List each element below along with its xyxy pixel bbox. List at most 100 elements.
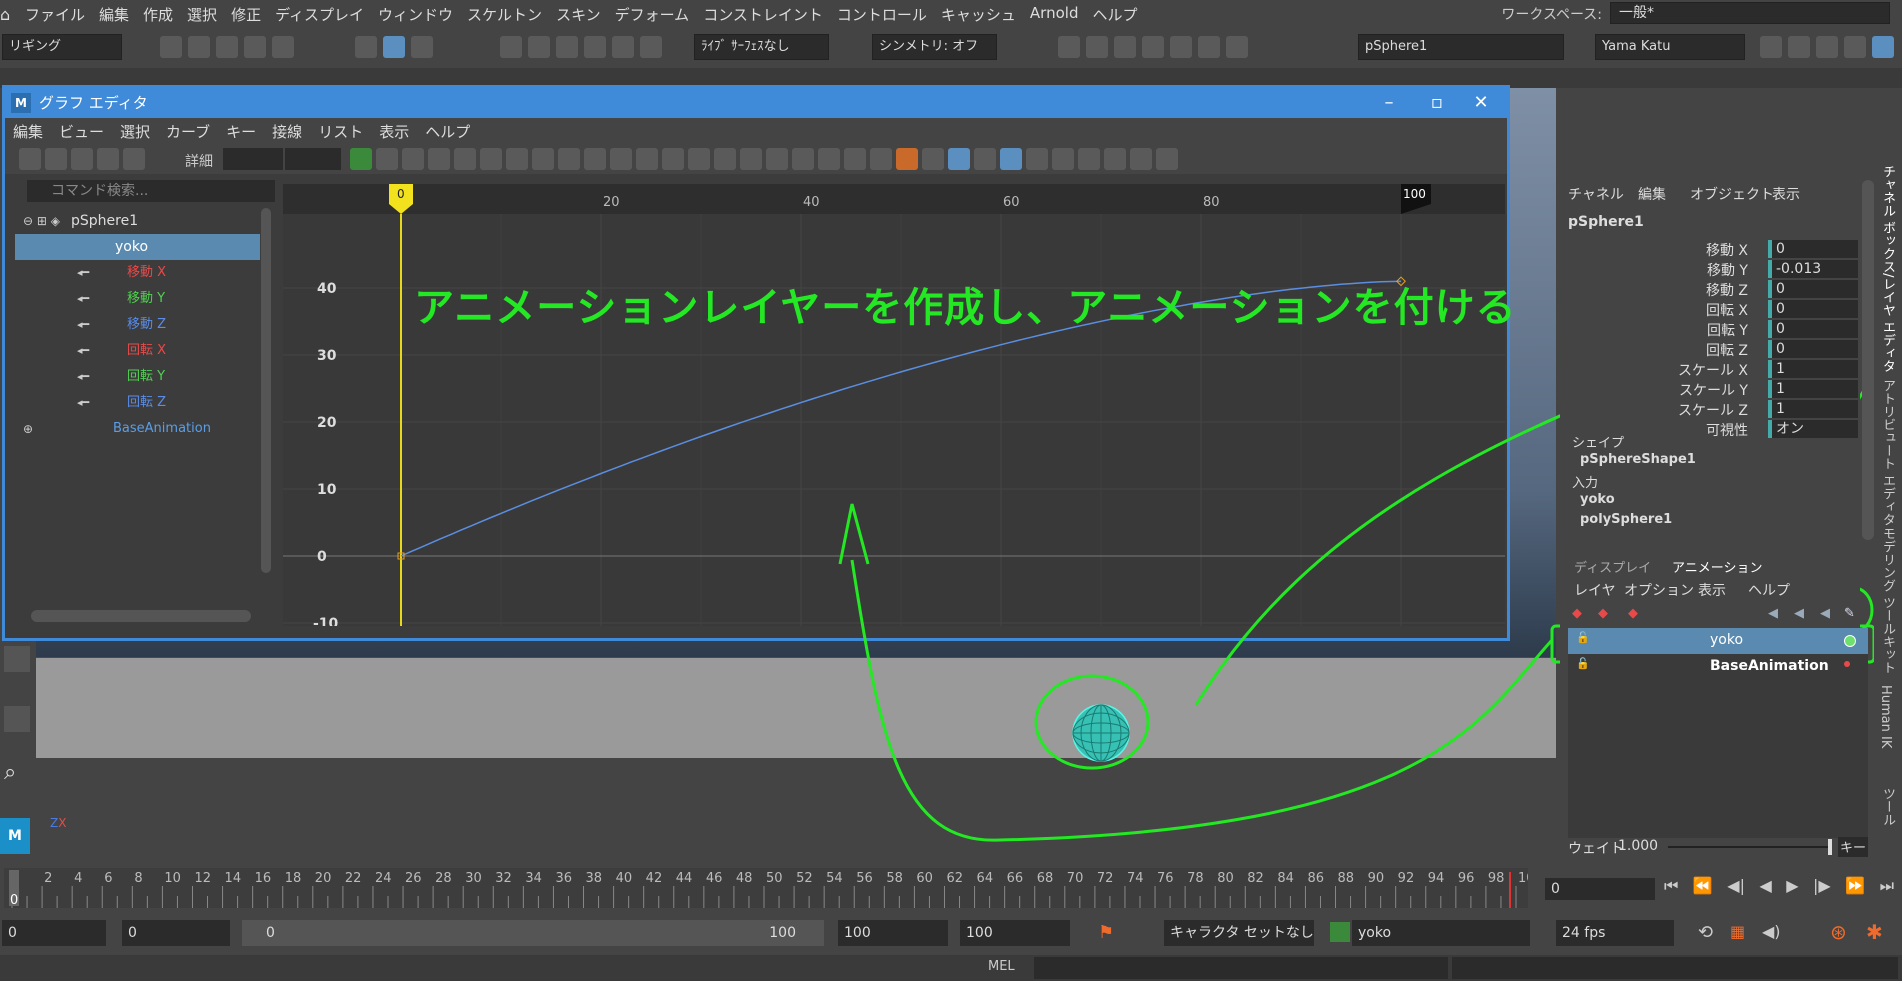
- channel-menu-item-2[interactable]: オブジェクト: [1690, 184, 1774, 204]
- new-layer-empty-icon[interactable]: ◆: [1598, 606, 1608, 621]
- ruler-tick-label: 62: [946, 871, 963, 886]
- ruler-tick-label: 78: [1187, 871, 1204, 886]
- channel-value[interactable]: 1: [1768, 400, 1858, 418]
- side-tab-0[interactable]: チャネル ボックス/レイヤ エディタ: [1878, 165, 1897, 373]
- channel-menu-item-3[interactable]: 表示: [1772, 184, 1800, 204]
- channel-value[interactable]: 1: [1768, 380, 1858, 398]
- anim-layer-row[interactable]: 🔓 yoko: [1568, 628, 1868, 654]
- channel-label: 回転 Z: [1705, 343, 1748, 359]
- layer-active-indicator[interactable]: [1844, 661, 1850, 667]
- playback-end-field[interactable]: 100: [838, 920, 948, 946]
- play-forward-icon[interactable]: ▶: [1786, 876, 1798, 900]
- step-back-frame-icon[interactable]: ◀|: [1727, 876, 1745, 900]
- channel-label: 回転 X: [1705, 303, 1748, 319]
- anim-layer-row[interactable]: 🔓 BaseAnimation: [1568, 654, 1868, 680]
- channel-row[interactable]: 回転 Y 0: [1560, 320, 1860, 340]
- channel-menu-item-1[interactable]: 編集: [1638, 184, 1666, 204]
- command-input[interactable]: [1034, 957, 1448, 979]
- auto-key-toggle-icon[interactable]: ⊛: [1830, 920, 1847, 944]
- ruler-tick-label: 42: [646, 871, 663, 886]
- range-slider-start: 0: [266, 925, 275, 941]
- layer-menu-item-3[interactable]: ヘルプ: [1748, 580, 1790, 600]
- channel-label: 移動 X: [1705, 243, 1748, 259]
- layer-lock-icon[interactable]: 🔓: [1576, 631, 1590, 644]
- create-layer-icon[interactable]: ✎: [1844, 606, 1855, 621]
- weight-value[interactable]: 1.000: [1618, 838, 1658, 854]
- channel-label: 可視性: [1706, 423, 1748, 439]
- channel-value[interactable]: -0.013: [1768, 260, 1858, 278]
- loop-icon[interactable]: ⟲: [1698, 922, 1713, 943]
- play-backward-icon[interactable]: ◀: [1759, 876, 1771, 900]
- go-to-start-icon[interactable]: ⏮: [1664, 876, 1678, 900]
- sound-icon[interactable]: ◀): [1762, 922, 1781, 941]
- weight-slider-handle[interactable]: [1828, 839, 1832, 855]
- channel-value[interactable]: 0: [1768, 300, 1858, 318]
- ruler-tick-label: 66: [1007, 871, 1024, 886]
- layer-active-indicator[interactable]: [1844, 635, 1856, 647]
- layer-menu-item-1[interactable]: オプション: [1624, 580, 1694, 600]
- weight-slider-track[interactable]: [1668, 846, 1828, 848]
- channel-row[interactable]: 回転 X 0: [1560, 300, 1860, 320]
- layer-tab-1[interactable]: アニメーション: [1672, 557, 1762, 576]
- channel-value[interactable]: 0: [1768, 320, 1858, 338]
- range-slider-bar[interactable]: 0 100: [242, 920, 824, 946]
- new-layer-selected-icon[interactable]: ◆: [1572, 606, 1582, 621]
- layer-tab-0[interactable]: ディスプレイ: [1574, 557, 1651, 576]
- move-layer-down-icon[interactable]: ◀: [1794, 606, 1804, 621]
- channel-value[interactable]: 0: [1768, 280, 1858, 298]
- ruler-tick-label: 46: [706, 871, 723, 886]
- channel-value[interactable]: 0: [1768, 240, 1858, 258]
- channel-row[interactable]: スケール Y 1: [1560, 380, 1860, 400]
- move-layer-up-icon[interactable]: ◀: [1768, 606, 1778, 621]
- channel-label: 移動 Z: [1705, 283, 1748, 299]
- channel-row[interactable]: 移動 Z 0: [1560, 280, 1860, 300]
- layer-name: BaseAnimation: [1710, 658, 1829, 674]
- channel-row[interactable]: 回転 Z 0: [1560, 340, 1860, 360]
- step-back-key-icon[interactable]: ⏪: [1693, 876, 1713, 900]
- input-item[interactable]: polySphere1: [1580, 512, 1672, 527]
- ruler-tick-label: 30: [465, 871, 482, 886]
- channel-value[interactable]: オン: [1768, 420, 1858, 438]
- step-forward-key-icon[interactable]: ⏩: [1845, 876, 1865, 900]
- channel-row[interactable]: 移動 Y -0.013: [1560, 260, 1860, 280]
- side-tab-2[interactable]: モデリング ツールキット: [1878, 527, 1897, 674]
- layer-menu-item-0[interactable]: レイヤ: [1574, 580, 1616, 600]
- shape-item[interactable]: pSphereShape1: [1580, 452, 1696, 467]
- channel-box-scrollbar[interactable]: [1862, 180, 1874, 540]
- character-set-select[interactable]: キャラクタ セットなし: [1164, 920, 1314, 946]
- ruler-tick-label: 58: [886, 871, 903, 886]
- layer-menu-item-2[interactable]: 表示: [1698, 580, 1726, 600]
- override-layer-icon[interactable]: ◆: [1628, 606, 1638, 621]
- anim-layer-select[interactable]: yoko: [1352, 920, 1530, 946]
- layer-left-icon[interactable]: ◀: [1820, 606, 1830, 621]
- channel-menu-item-0[interactable]: チャネル: [1568, 184, 1624, 204]
- fps-select[interactable]: 24 fps: [1556, 920, 1674, 946]
- go-to-end-icon[interactable]: ⏭: [1880, 876, 1894, 900]
- playback-start-field[interactable]: 0: [122, 920, 230, 946]
- ruler-tick-label: 28: [435, 871, 452, 886]
- current-frame-field[interactable]: 0: [1545, 878, 1655, 900]
- channel-row[interactable]: スケール X 1: [1560, 360, 1860, 380]
- channel-row[interactable]: 移動 X 0: [1560, 240, 1860, 260]
- layer-list: 🔓 yoko 🔓 BaseAnimation: [1568, 628, 1868, 838]
- time-ruler-svg[interactable]: 2 4 6 8 10 12 14 16 18 20 22 24 26 28 30 32 34 36 38 40 42 44…: [4, 868, 1543, 908]
- time-ruler[interactable]: 2 4 6 8 10 12 14 16 18 20 22 24 26 28 30 32 34 36 38 40 42 44…: [4, 868, 1543, 908]
- step-forward-frame-icon[interactable]: |▶: [1813, 876, 1831, 900]
- ruler-tick-label: 82: [1247, 871, 1264, 886]
- channel-row[interactable]: スケール Z 1: [1560, 400, 1860, 420]
- layer-lock-icon[interactable]: 🔓: [1576, 657, 1590, 670]
- ruler-tick-label: 6: [104, 871, 112, 886]
- side-tab-3[interactable]: Human IK: [1878, 685, 1893, 748]
- preferences-icon[interactable]: ✱: [1866, 920, 1883, 944]
- channel-value[interactable]: 1: [1768, 360, 1858, 378]
- auto-key-icon[interactable]: ⚑: [1098, 922, 1114, 943]
- cache-icon[interactable]: ▦: [1730, 922, 1745, 941]
- side-tab-1[interactable]: アトリビュート エディタ: [1878, 379, 1897, 526]
- end-time-field[interactable]: 100: [960, 920, 1070, 946]
- channel-value[interactable]: 0: [1768, 340, 1858, 358]
- side-tab-4[interactable]: ツール: [1878, 787, 1897, 826]
- ruler-tick-label: 64: [977, 871, 994, 886]
- input-item[interactable]: yoko: [1580, 492, 1615, 507]
- start-time-field[interactable]: 0: [2, 920, 106, 946]
- key-button[interactable]: キー: [1838, 837, 1868, 857]
